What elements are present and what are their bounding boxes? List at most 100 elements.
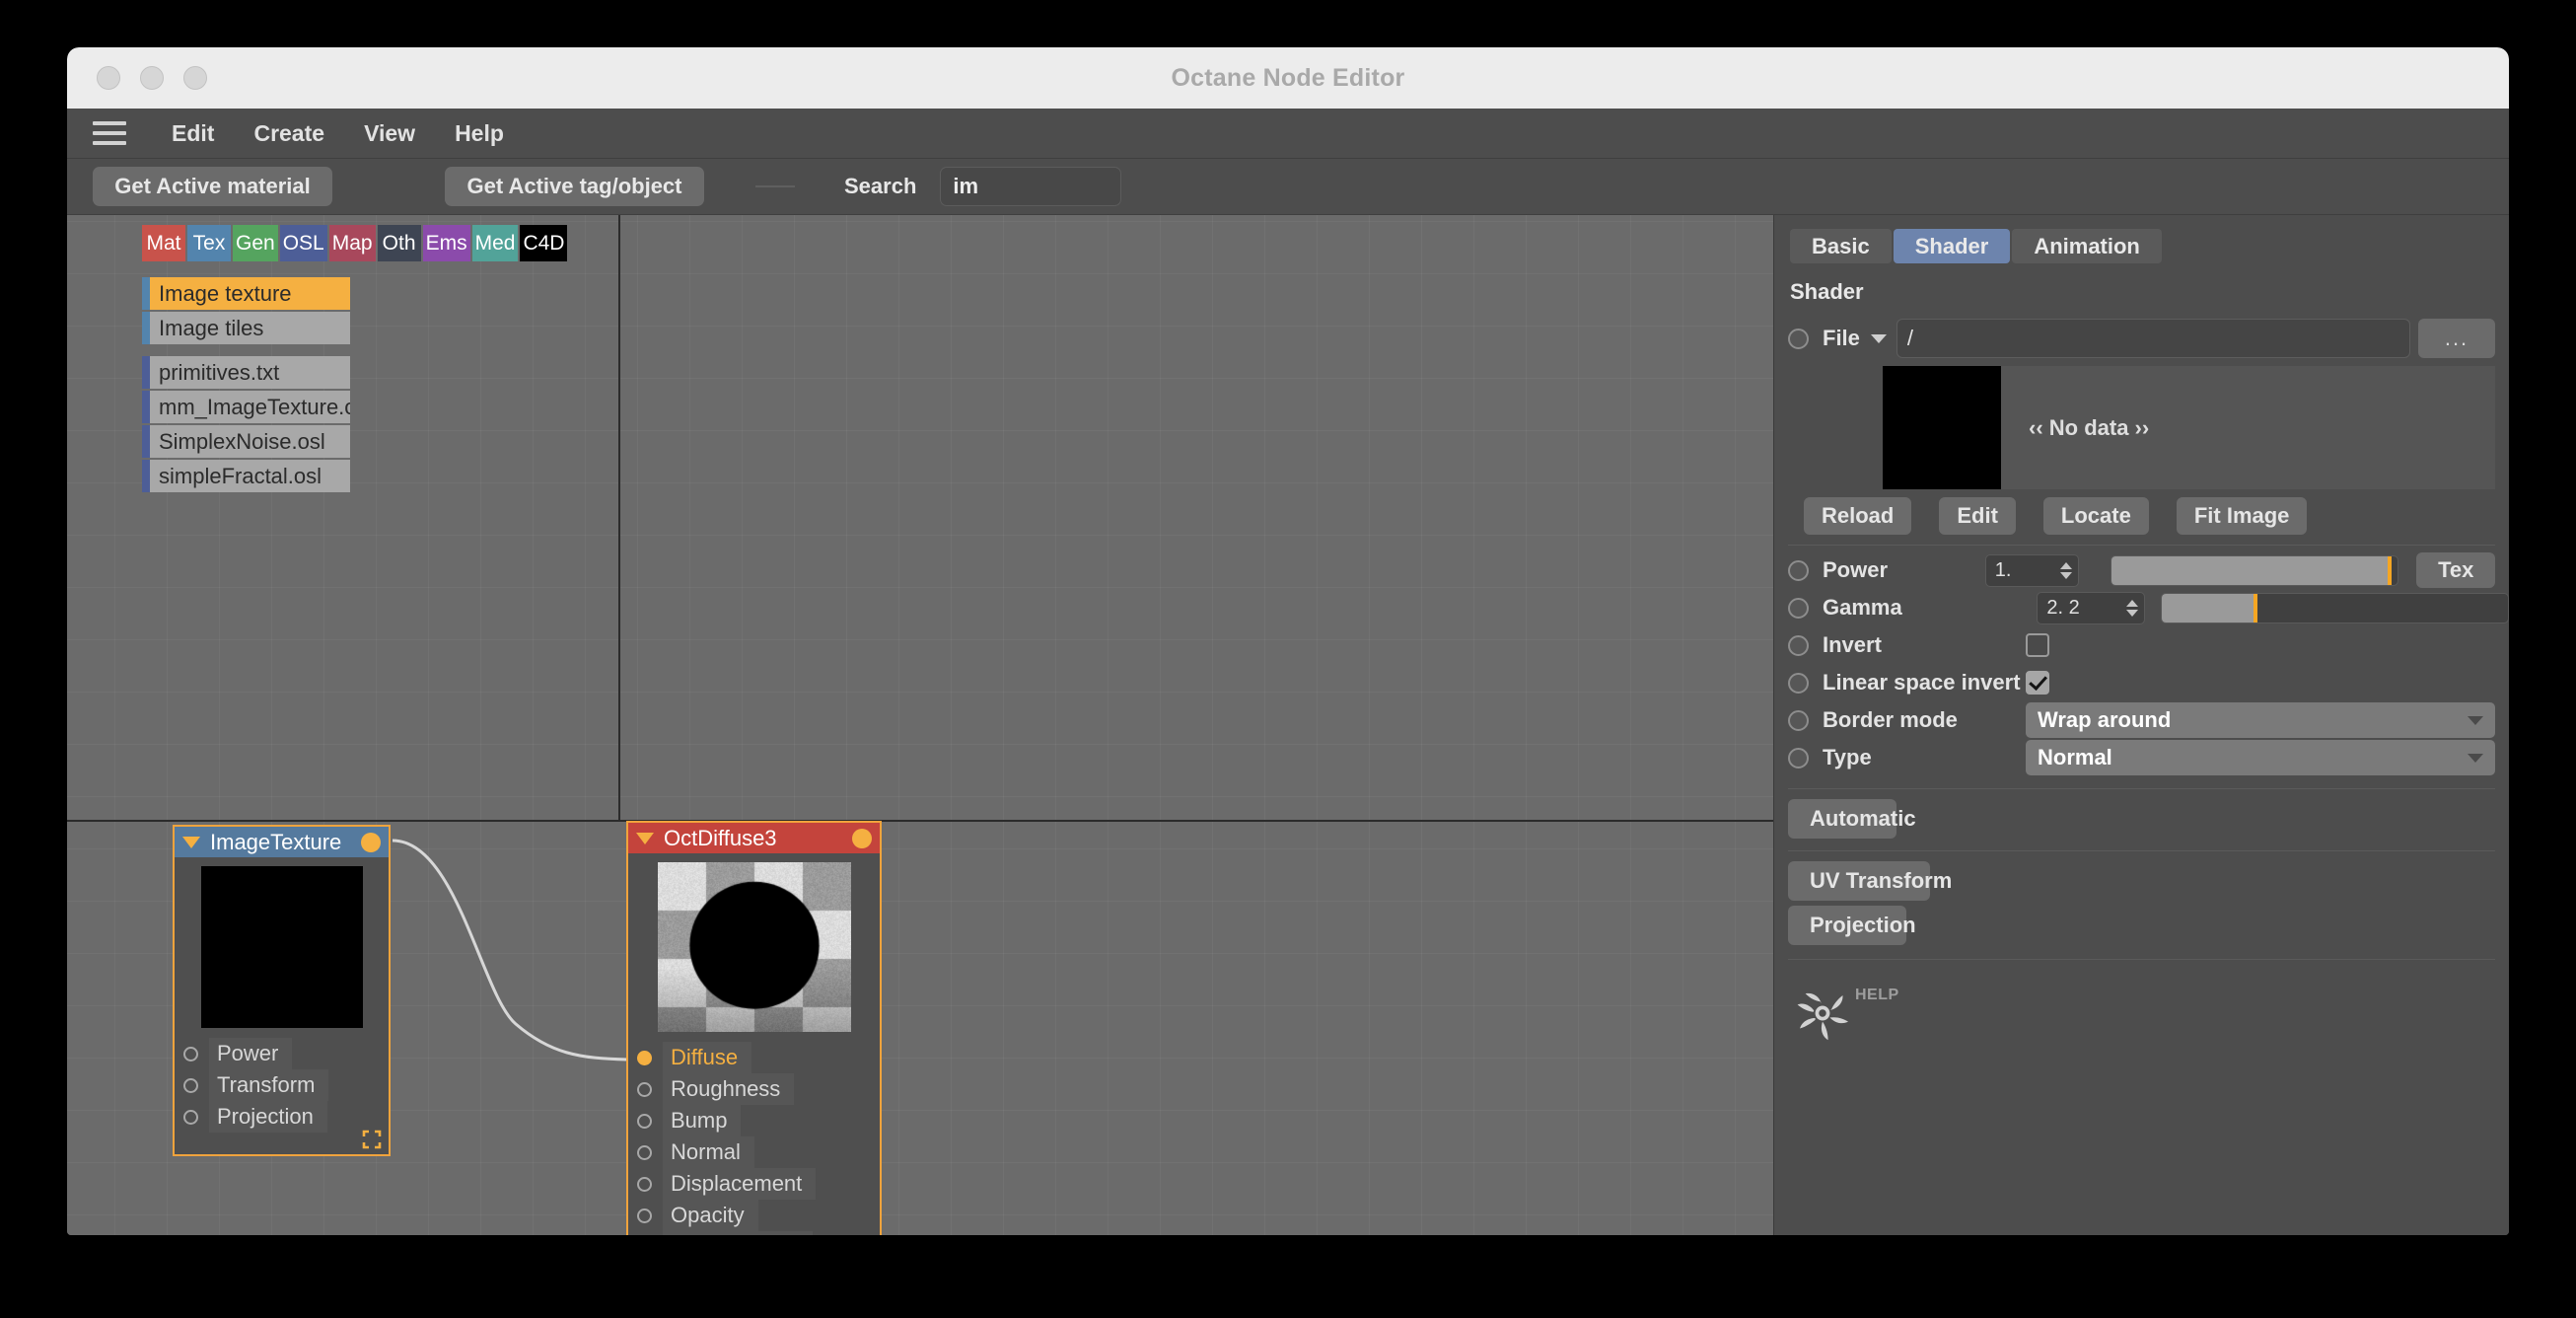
menu-icon[interactable] xyxy=(93,121,126,145)
power-tex-button[interactable]: Tex xyxy=(2416,552,2495,588)
search-input[interactable] xyxy=(940,167,1121,206)
file-path-input[interactable] xyxy=(1896,319,2410,358)
port-socket-icon[interactable] xyxy=(637,1082,652,1097)
node-port-normal[interactable]: Normal xyxy=(628,1136,880,1168)
get-active-material-button[interactable]: Get Active material xyxy=(93,167,332,206)
node-octdiffuse3-titlebar[interactable]: OctDiffuse3 xyxy=(628,823,880,853)
type-label: Type xyxy=(1823,745,2026,770)
node-octdiffuse3-output-port[interactable] xyxy=(852,829,872,848)
gamma-animate-knob[interactable] xyxy=(1788,598,1809,619)
help-block[interactable]: HELP xyxy=(1792,983,1899,1044)
node-port-transform[interactable]: Transform xyxy=(175,1069,389,1101)
menu-item-help[interactable]: Help xyxy=(435,116,524,151)
category-tab-gen[interactable]: Gen xyxy=(233,225,278,261)
invert-animate-knob[interactable] xyxy=(1788,635,1809,656)
category-tab-oth[interactable]: Oth xyxy=(378,225,421,261)
power-slider[interactable] xyxy=(2111,555,2399,586)
node-port-roughness[interactable]: Roughness xyxy=(628,1073,880,1105)
port-socket-icon[interactable] xyxy=(637,1145,652,1160)
list-item[interactable]: simpleFractal.osl xyxy=(142,460,350,492)
node-imagetexture-output-port[interactable] xyxy=(361,833,381,852)
close-window-button[interactable] xyxy=(97,66,120,90)
node-imagetexture-titlebar[interactable]: ImageTexture xyxy=(175,827,389,857)
port-socket-icon[interactable] xyxy=(183,1047,198,1062)
node-octdiffuse3-ports: Diffuse Roughness Bump Normal Displacement Op… xyxy=(628,1042,880,1235)
projection-button[interactable]: Projection xyxy=(1788,906,1906,945)
reload-button[interactable]: Reload xyxy=(1804,497,1911,535)
uv-transform-button[interactable]: UV Transform xyxy=(1788,861,1930,901)
gamma-slider-knob[interactable] xyxy=(2254,594,2257,622)
gamma-spinner[interactable]: 2. 2 xyxy=(2037,592,2145,624)
locate-button[interactable]: Locate xyxy=(2043,497,2149,535)
border-mode-dropdown[interactable]: Wrap around xyxy=(2026,702,2495,738)
power-spinner-arrows[interactable] xyxy=(2060,562,2072,579)
category-tab-med[interactable]: Med xyxy=(472,225,519,261)
type-animate-knob[interactable] xyxy=(1788,748,1809,769)
list-item[interactable]: mm_ImageTexture.osl xyxy=(142,391,350,423)
list-item[interactable]: SimplexNoise.osl xyxy=(142,425,350,458)
linear-space-invert-label: Linear space invert xyxy=(1823,670,2026,696)
list-item[interactable]: Image texture xyxy=(142,277,350,310)
gamma-slider[interactable] xyxy=(2161,593,2509,623)
menu-item-edit[interactable]: Edit xyxy=(152,116,234,151)
image-actions-row: Reload Edit Locate Fit Image xyxy=(1804,497,2509,535)
power-animate-knob[interactable] xyxy=(1788,560,1809,581)
no-data-text: ‹‹ No data ›› xyxy=(2029,415,2149,441)
menu-item-create[interactable]: Create xyxy=(234,116,344,151)
node-octdiffuse3[interactable]: OctDiffuse3 Diffuse Roughness Bump Normal Di… xyxy=(626,821,882,1235)
port-socket-icon[interactable] xyxy=(637,1177,652,1192)
gamma-spinner-arrows[interactable] xyxy=(2126,600,2138,617)
border-mode-animate-knob[interactable] xyxy=(1788,710,1809,731)
tab-animation[interactable]: Animation xyxy=(2012,229,2162,263)
linear-space-invert-animate-knob[interactable] xyxy=(1788,673,1809,694)
node-port-transmission[interactable]: Transmission xyxy=(628,1231,880,1235)
border-mode-value: Wrap around xyxy=(2038,707,2468,733)
chevron-down-icon[interactable] xyxy=(1871,334,1887,343)
automatic-button[interactable]: Automatic xyxy=(1788,799,1896,839)
port-socket-icon[interactable] xyxy=(637,1114,652,1129)
power-spinner[interactable]: 1. xyxy=(1985,554,2079,587)
node-port-projection[interactable]: Projection xyxy=(175,1101,389,1133)
type-dropdown[interactable]: Normal xyxy=(2026,740,2495,775)
edit-button[interactable]: Edit xyxy=(1939,497,2016,535)
fit-image-button[interactable]: Fit Image xyxy=(2177,497,2308,535)
zoom-window-button[interactable] xyxy=(183,66,207,90)
category-tab-tex[interactable]: Tex xyxy=(187,225,231,261)
node-graph-canvas[interactable]: Mat Tex Gen OSL Map Oth Ems Med C4D Image textur… xyxy=(67,215,1774,1235)
port-socket-icon[interactable] xyxy=(637,1208,652,1223)
port-socket-icon[interactable] xyxy=(183,1078,198,1093)
node-port-power[interactable]: Power xyxy=(175,1038,389,1069)
get-active-tag-object-button[interactable]: Get Active tag/object xyxy=(445,167,704,206)
linear-space-invert-checkbox[interactable] xyxy=(2026,671,2049,695)
tab-shader[interactable]: Shader xyxy=(1894,229,2011,263)
port-socket-icon[interactable] xyxy=(183,1110,198,1125)
category-tab-mat[interactable]: Mat xyxy=(142,225,185,261)
node-resize-grip[interactable] xyxy=(362,1130,382,1149)
search-results-list: Image texture Image tiles primitives.txt mm… xyxy=(142,277,350,492)
collapse-triangle-icon[interactable] xyxy=(182,837,200,848)
menu-item-view[interactable]: View xyxy=(344,116,435,151)
list-item[interactable]: Image tiles xyxy=(142,312,350,344)
category-tab-c4d[interactable]: C4D xyxy=(520,225,567,261)
invert-checkbox[interactable] xyxy=(2026,633,2049,657)
border-mode-label: Border mode xyxy=(1823,707,2026,733)
list-item[interactable]: primitives.txt xyxy=(142,356,350,389)
collapse-triangle-icon[interactable] xyxy=(636,833,654,844)
node-port-displacement[interactable]: Displacement xyxy=(628,1168,880,1200)
node-port-diffuse[interactable]: Diffuse xyxy=(628,1042,880,1073)
port-socket-icon[interactable] xyxy=(637,1051,652,1065)
category-tab-osl[interactable]: OSL xyxy=(280,225,327,261)
power-slider-knob[interactable] xyxy=(2388,556,2392,585)
list-item-label: primitives.txt xyxy=(150,356,350,389)
category-tab-map[interactable]: Map xyxy=(329,225,376,261)
file-animate-knob[interactable] xyxy=(1788,329,1809,349)
file-browse-button[interactable]: ... xyxy=(2418,319,2495,358)
node-imagetexture[interactable]: ImageTexture Power Transform Projection xyxy=(173,825,391,1156)
node-port-opacity[interactable]: Opacity xyxy=(628,1200,880,1231)
tab-basic[interactable]: Basic xyxy=(1790,229,1892,263)
node-port-bump[interactable]: Bump xyxy=(628,1105,880,1136)
window-titlebar: Octane Node Editor xyxy=(67,47,2509,109)
linear-space-invert-row: Linear space invert xyxy=(1774,664,2509,701)
minimize-window-button[interactable] xyxy=(140,66,164,90)
category-tab-ems[interactable]: Ems xyxy=(423,225,470,261)
